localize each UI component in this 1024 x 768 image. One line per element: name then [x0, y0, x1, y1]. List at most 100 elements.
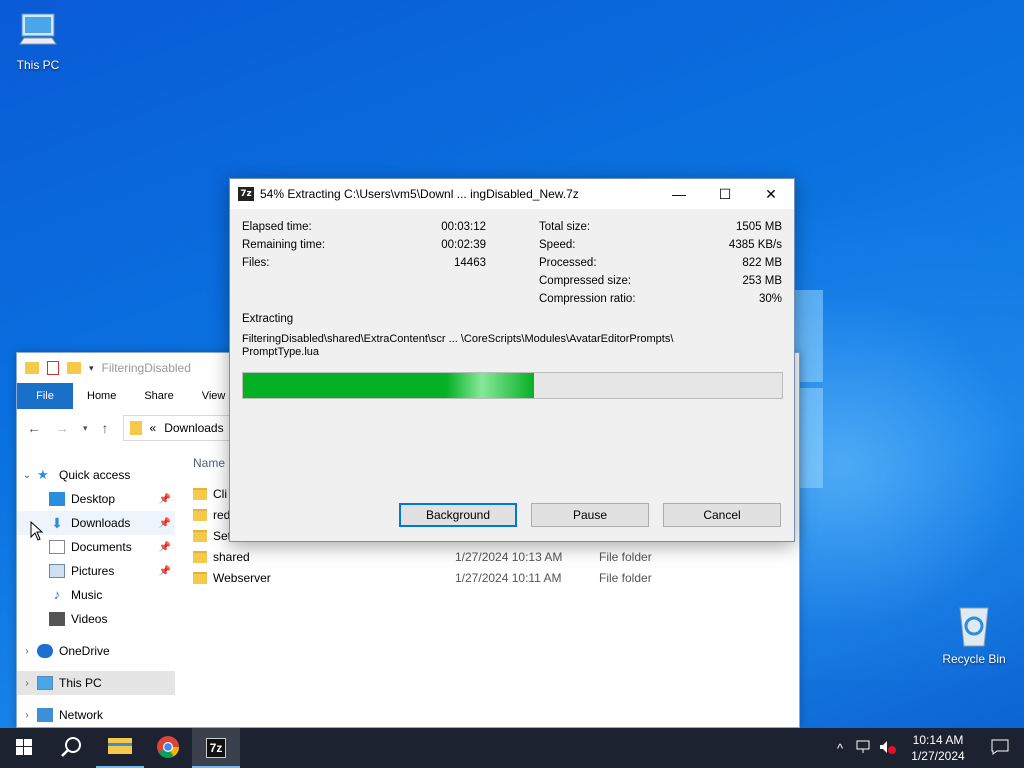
dialog-titlebar[interactable]: 7z 54% Extracting C:\Users\vm5\Downl ...…: [230, 179, 794, 209]
computer-icon: [37, 676, 53, 690]
taskbar-chrome[interactable]: [144, 728, 192, 768]
list-item[interactable]: shared 1/27/2024 10:13 AM File folder: [193, 546, 799, 567]
forward-arrow-icon[interactable]: →: [55, 420, 69, 436]
this-pc-desktop-icon[interactable]: This PC: [0, 10, 76, 72]
file-date: 1/27/2024 10:11 AM: [455, 570, 562, 585]
speed-value: 4385 KB/s: [728, 239, 782, 251]
customize-toolbar-icon[interactable]: ▾: [89, 363, 94, 374]
list-item[interactable]: Webserver 1/27/2024 10:11 AM File folder: [193, 567, 799, 588]
minimize-button[interactable]: —: [656, 179, 702, 209]
maximize-button[interactable]: ☐: [702, 179, 748, 209]
nav-pictures[interactable]: Pictures 📌: [17, 559, 175, 583]
document-icon: [49, 540, 65, 554]
chevron-up-icon[interactable]: ^: [828, 741, 852, 756]
nav-label: Downloads: [71, 516, 131, 530]
clock-date: 1/27/2024: [911, 749, 965, 763]
nav-label: Desktop: [71, 492, 116, 506]
taskbar-file-explorer[interactable]: [96, 728, 144, 768]
address-box[interactable]: « Downloads: [122, 415, 243, 441]
network-icon[interactable]: [852, 740, 876, 757]
compressed-size-label: Compressed size:: [539, 275, 632, 287]
folder-icon: [25, 362, 39, 374]
tab-home[interactable]: Home: [73, 383, 130, 409]
background-button[interactable]: Background: [399, 503, 517, 527]
pictures-icon: [49, 564, 65, 578]
mouse-cursor-icon: [30, 520, 44, 544]
file-name: red: [213, 507, 231, 522]
system-tray: ^ 10:14 AM 1/27/2024: [828, 728, 1024, 768]
chevron-right-icon[interactable]: ›: [17, 678, 37, 689]
recycle-bin-desktop-icon[interactable]: Recycle Bin: [936, 602, 1012, 666]
nav-desktop[interactable]: Desktop 📌: [17, 487, 175, 511]
breadcrumb-downloads[interactable]: Downloads: [164, 421, 223, 435]
volume-muted-icon[interactable]: [876, 740, 900, 757]
total-size-value: 1505 MB: [735, 221, 782, 233]
chevron-down-icon[interactable]: ⌄: [17, 470, 37, 481]
nav-videos[interactable]: Videos: [17, 607, 175, 631]
up-arrow-icon[interactable]: ↑: [102, 420, 109, 436]
dialog-title: 54% Extracting C:\Users\vm5\Downl ... in…: [260, 187, 579, 201]
current-file-path: FilteringDisabled\shared\ExtraContent\sc…: [242, 333, 762, 359]
taskbar: 7z ^ 10:14 AM 1/27/2024: [0, 728, 1024, 768]
compression-ratio-label: Compression ratio:: [539, 293, 636, 305]
remaining-time-label: Remaining time:: [242, 239, 326, 251]
7zip-app-icon: 7z: [238, 187, 254, 201]
current-path-line1: FilteringDisabled\shared\ExtraContent\sc…: [242, 333, 674, 345]
file-date: 1/27/2024 10:13 AM: [455, 549, 563, 564]
nav-label: Network: [59, 708, 104, 722]
total-size-label: Total size:: [539, 221, 591, 233]
start-button[interactable]: [0, 728, 48, 768]
pause-button[interactable]: Pause: [531, 503, 649, 527]
close-button[interactable]: ✕: [748, 179, 794, 209]
elapsed-time-value: 00:03:12: [441, 221, 486, 233]
operation-label: Extracting: [242, 313, 294, 325]
files-label: Files:: [242, 257, 270, 269]
progress-bar-fill: [243, 373, 535, 398]
recycle-bin-label: Recycle Bin: [942, 652, 1006, 666]
folder-icon: [193, 508, 207, 521]
cloud-icon: [37, 644, 53, 658]
chevron-right-icon[interactable]: ›: [17, 646, 37, 657]
properties-icon[interactable]: [47, 361, 59, 375]
tab-file[interactable]: File: [17, 383, 73, 409]
recent-dropdown-icon[interactable]: ▾: [83, 423, 88, 434]
pin-icon[interactable]: 📌: [159, 542, 171, 553]
tab-share[interactable]: Share: [130, 383, 187, 409]
nav-quick-access[interactable]: ⌄ ★ Quick access: [17, 463, 175, 487]
nav-label: Quick access: [59, 468, 131, 482]
pin-icon[interactable]: 📌: [159, 518, 171, 529]
search-icon: [61, 736, 83, 761]
new-folder-icon[interactable]: [67, 362, 81, 374]
nav-label: This PC: [59, 676, 102, 690]
nav-label: Documents: [71, 540, 132, 554]
file-name: Cli: [213, 486, 227, 501]
breadcrumb-overflow[interactable]: «: [150, 421, 157, 435]
pin-icon[interactable]: 📌: [159, 566, 171, 577]
nav-onedrive[interactable]: › OneDrive: [17, 639, 175, 663]
navigation-pane: ⌄ ★ Quick access Desktop 📌 ⬇ Downloads 📌…: [17, 447, 175, 727]
notifications-icon[interactable]: [976, 739, 1024, 758]
7zip-icon: 7z: [205, 738, 227, 758]
chevron-right-icon[interactable]: ›: [17, 710, 37, 721]
back-arrow-icon[interactable]: ←: [27, 420, 41, 436]
compressed-size-value: 253 MB: [742, 275, 782, 287]
search-button[interactable]: [48, 728, 96, 768]
processed-value: 822 MB: [742, 257, 782, 269]
pin-icon[interactable]: 📌: [159, 494, 171, 505]
clock[interactable]: 10:14 AM 1/27/2024: [900, 732, 976, 764]
files-value: 14463: [454, 257, 486, 269]
nav-music[interactable]: ♪ Music: [17, 583, 175, 607]
folder-icon: [193, 571, 207, 584]
file-name: Webserver: [213, 570, 271, 585]
folder-icon: [129, 421, 142, 435]
nav-label: OneDrive: [59, 644, 110, 658]
nav-this-pc[interactable]: › This PC: [17, 671, 175, 695]
nav-network[interactable]: › Network: [17, 703, 175, 727]
taskbar-7zip[interactable]: 7z: [192, 728, 240, 768]
remaining-time-value: 00:02:39: [441, 239, 486, 251]
speed-label: Speed:: [539, 239, 576, 251]
cancel-button[interactable]: Cancel: [663, 503, 781, 527]
file-explorer-icon: [108, 736, 132, 759]
extract-progress-dialog[interactable]: 7z 54% Extracting C:\Users\vm5\Downl ...…: [229, 178, 795, 542]
video-icon: [49, 612, 65, 626]
